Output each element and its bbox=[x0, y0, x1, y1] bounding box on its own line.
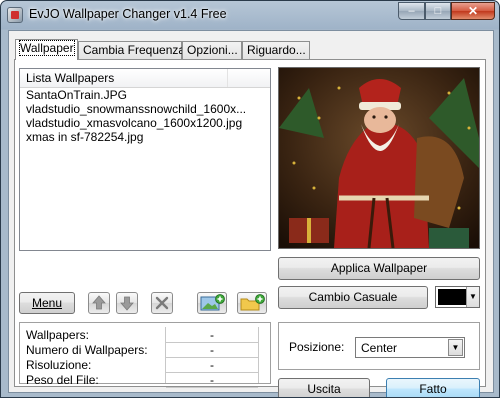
exit-label: Uscita bbox=[307, 382, 341, 396]
info-row-file-size: Peso del File: - bbox=[20, 373, 270, 388]
close-button[interactable]: ✕ bbox=[451, 2, 495, 20]
random-change-button[interactable]: Cambio Casuale bbox=[278, 286, 428, 309]
minimize-button[interactable]: – bbox=[398, 2, 425, 20]
list-item[interactable]: vladstudio_snowmanssnowchild_1600x... bbox=[20, 102, 270, 116]
add-folder-icon bbox=[240, 294, 265, 311]
info-label: Risoluzione: bbox=[26, 358, 92, 372]
wallpaper-list[interactable]: Lista Wallpapers SantaOnTrain.JPG vladst… bbox=[19, 68, 271, 251]
chevron-down-icon[interactable]: ▼ bbox=[466, 287, 479, 307]
info-row-resolution: Risoluzione: - bbox=[20, 358, 270, 373]
apply-wallpaper-label: Applica Wallpaper bbox=[330, 261, 428, 275]
delete-x-icon bbox=[155, 296, 169, 310]
client-area: Wallpaper Cambia Frequenza Opzioni... Ri… bbox=[8, 30, 494, 397]
done-button[interactable]: Fatto bbox=[386, 378, 480, 397]
column-separator[interactable] bbox=[227, 69, 228, 87]
tab-label: Cambia Frequenza bbox=[83, 43, 186, 57]
position-label: Posizione: bbox=[289, 340, 345, 354]
remove-button[interactable] bbox=[151, 292, 173, 314]
tab-cambia-frequenza[interactable]: Cambia Frequenza bbox=[78, 41, 186, 59]
list-item[interactable]: SantaOnTrain.JPG bbox=[20, 88, 270, 102]
random-change-label: Cambio Casuale bbox=[308, 290, 398, 304]
info-row-count: Numero di Wallpapers: - bbox=[20, 343, 270, 358]
app-icon bbox=[7, 7, 23, 23]
info-value: - bbox=[166, 358, 258, 373]
wallpaper-preview bbox=[278, 67, 480, 249]
menu-button[interactable]: Menu bbox=[19, 292, 75, 314]
tab-label: Opzioni... bbox=[187, 43, 238, 57]
window-title: EvJO Wallpaper Changer v1.4 Free bbox=[29, 7, 227, 21]
position-select[interactable]: Center ▼ bbox=[355, 337, 465, 358]
exit-button[interactable]: Uscita bbox=[278, 378, 370, 397]
add-image-button[interactable] bbox=[197, 292, 227, 314]
info-label: Numero di Wallpapers: bbox=[26, 343, 148, 357]
add-image-icon bbox=[200, 294, 225, 311]
position-select-value: Center bbox=[361, 341, 398, 355]
tab-riguardo[interactable]: Riguardo... bbox=[242, 41, 310, 59]
list-item[interactable]: xmas in sf-782254.jpg bbox=[20, 130, 270, 144]
tab-opzioni[interactable]: Opzioni... bbox=[182, 41, 242, 59]
tab-wallpaper[interactable]: Wallpaper bbox=[15, 39, 78, 60]
info-label: Wallpapers: bbox=[26, 328, 89, 342]
maximize-button[interactable]: □ bbox=[425, 2, 451, 20]
position-box: Posizione: Center ▼ bbox=[278, 322, 480, 370]
chevron-down-icon[interactable]: ▼ bbox=[448, 339, 463, 356]
background-color-picker[interactable]: ▼ bbox=[435, 286, 480, 308]
info-row-wallpapers: Wallpapers: - bbox=[20, 328, 270, 343]
info-label: Peso del File: bbox=[26, 373, 99, 387]
santa-preview-image bbox=[279, 68, 479, 248]
arrow-down-icon bbox=[120, 296, 134, 311]
info-value: - bbox=[166, 373, 258, 388]
tab-label: Riguardo... bbox=[247, 43, 306, 57]
info-value: - bbox=[166, 343, 258, 358]
info-value: - bbox=[166, 328, 258, 343]
list-column-header: Lista Wallpapers bbox=[26, 71, 115, 85]
color-swatch bbox=[438, 289, 466, 305]
list-item[interactable]: vladstudio_xmasvolcano_1600x1200.jpg bbox=[20, 116, 270, 130]
done-label: Fatto bbox=[419, 382, 447, 396]
add-folder-button[interactable] bbox=[237, 292, 267, 314]
move-up-button[interactable] bbox=[88, 292, 110, 314]
apply-wallpaper-button[interactable]: Applica Wallpaper bbox=[278, 257, 480, 280]
title-bar[interactable]: EvJO Wallpaper Changer v1.4 Free – □ ✕ bbox=[1, 1, 499, 29]
wallpaper-info-box: Wallpapers: - Numero di Wallpapers: - Ri… bbox=[19, 322, 271, 388]
list-header[interactable]: Lista Wallpapers bbox=[20, 69, 270, 88]
arrow-up-icon bbox=[92, 295, 106, 310]
wallpaper-panel: Lista Wallpapers SantaOnTrain.JPG vladst… bbox=[14, 59, 486, 397]
tab-label: Wallpaper bbox=[19, 40, 75, 56]
app-window: EvJO Wallpaper Changer v1.4 Free – □ ✕ W… bbox=[0, 0, 500, 398]
menu-button-label: Menu bbox=[31, 296, 63, 310]
move-down-button[interactable] bbox=[116, 292, 138, 314]
